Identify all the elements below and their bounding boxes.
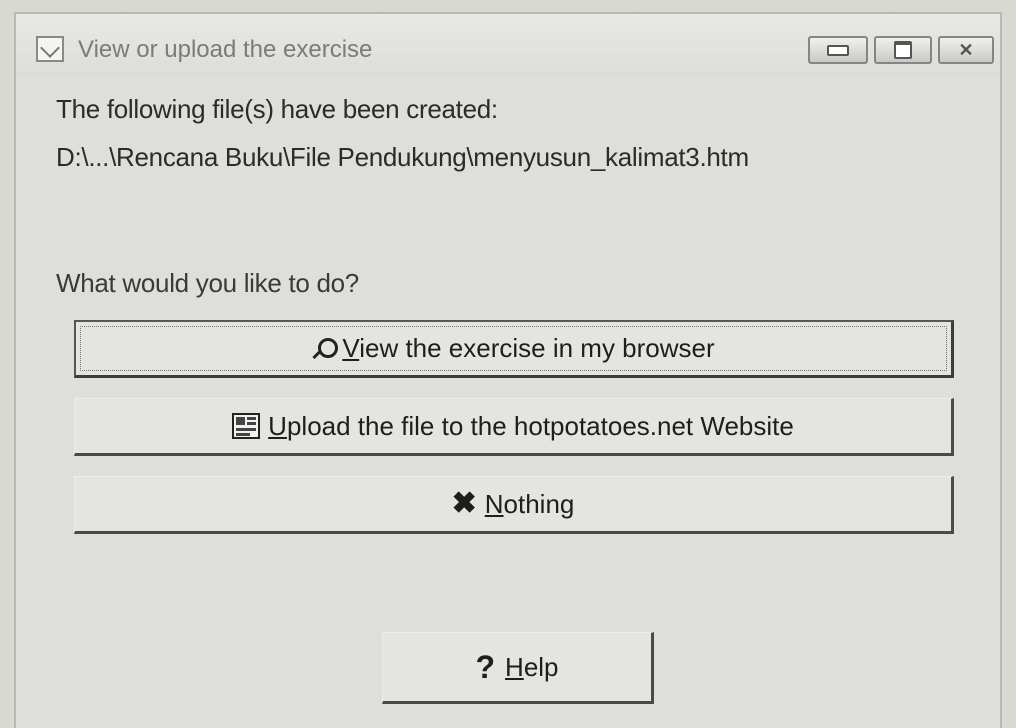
upload-icon xyxy=(232,413,261,439)
created-message: The following file(s) have been created: xyxy=(56,94,498,124)
view-button-label: View the exercise in my browser xyxy=(342,333,715,363)
search-icon xyxy=(312,337,339,360)
help-button[interactable]: ? Help xyxy=(382,632,654,704)
close-x-icon: ✖ xyxy=(451,487,477,520)
upload-website-button[interactable]: Upload the file to the hotpotatoes.net W… xyxy=(74,398,954,456)
action-prompt: What would you like to do? xyxy=(56,268,359,298)
file-path: D:\...\Rencana Buku\File Pendukung\menyu… xyxy=(56,142,749,172)
close-button[interactable]: ✕ xyxy=(938,36,994,64)
view-in-browser-button[interactable]: View the exercise in my browser xyxy=(74,320,954,378)
window-title: View or upload the exercise xyxy=(78,36,373,63)
title-bar[interactable]: View or upload the exercise ✕ xyxy=(16,14,1000,76)
app-icon xyxy=(36,36,64,62)
close-icon: ✕ xyxy=(958,39,974,60)
maximize-icon xyxy=(894,41,912,59)
minimize-icon xyxy=(827,44,849,56)
question-mark-icon: ? xyxy=(475,648,496,685)
maximize-button[interactable] xyxy=(874,36,932,64)
dialog-window: View or upload the exercise ✕ The follow… xyxy=(14,12,1002,728)
upload-button-label: Upload the file to the hotpotatoes.net W… xyxy=(268,410,794,441)
help-button-label: Help xyxy=(505,651,559,682)
minimize-button[interactable] xyxy=(808,36,868,64)
nothing-button[interactable]: ✖ Nothing xyxy=(74,476,954,534)
nothing-button-label: Nothing xyxy=(484,488,575,519)
